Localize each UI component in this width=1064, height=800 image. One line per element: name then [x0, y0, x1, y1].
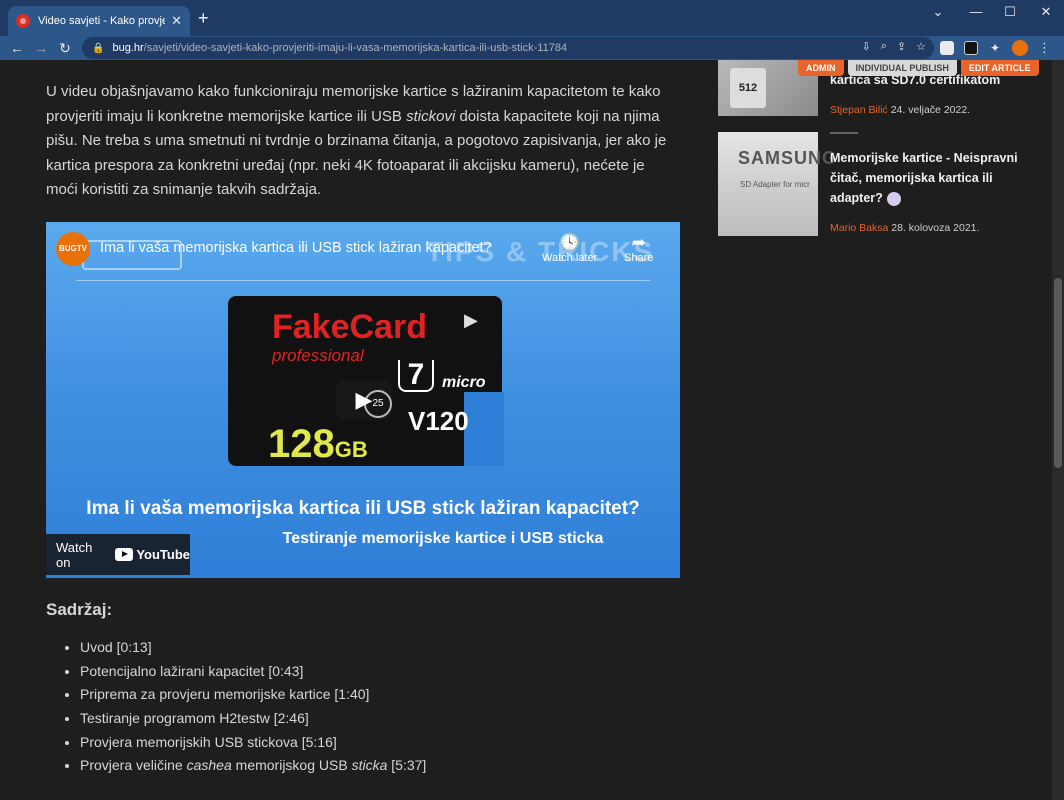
card-uhs-class: 7 [398, 360, 434, 392]
watch-on-youtube-button[interactable]: Watch on YouTube [46, 534, 190, 575]
edit-article-button[interactable]: EDIT ARTICLE [960, 60, 1039, 76]
bookmark-star-icon[interactable]: ☆ [916, 40, 926, 53]
toc-item[interactable]: Testiranje programom H2testw [2:46] [80, 707, 426, 731]
card-brand: FakeCard [272, 308, 427, 346]
toc-title: Sadržaj: [46, 600, 113, 619]
sidebar-divider [830, 132, 858, 134]
youtube-embed[interactable]: TIPS & TRICKS BUGTV Ima li vaša memorijs… [46, 222, 680, 578]
watch-later-button[interactable]: 🕓 Watch later [542, 233, 597, 265]
card-play-icon: ▶ [464, 310, 478, 330]
toc-item[interactable]: Uvod [0:13] [80, 636, 426, 660]
video-headline: Ima li vaša memorijska kartica ili USB s… [86, 498, 640, 519]
page-scrollbar[interactable] [1052, 60, 1064, 800]
admin-button[interactable]: ADMIN [798, 60, 844, 76]
forward-icon[interactable]: → [32, 38, 50, 58]
video-divider [76, 280, 650, 281]
share-button[interactable]: ➦ Share [624, 233, 653, 265]
url-host: bug.hr [112, 42, 144, 54]
scrollbar-thumb[interactable] [1054, 278, 1062, 468]
clock-icon: 🕓 [559, 233, 581, 252]
menu-dots-icon[interactable]: ⋮ [1038, 40, 1051, 56]
profile-avatar[interactable] [1012, 40, 1028, 56]
card-sub: professional [272, 346, 364, 365]
back-icon[interactable]: ← [8, 38, 26, 58]
address-bar[interactable]: 🔒 bug.hr /savjeti/video-savjeti-kako-pro… [82, 37, 934, 59]
close-icon[interactable]: ✕ [171, 13, 182, 29]
extension-2-icon[interactable] [964, 41, 978, 55]
card-micro: micro [442, 374, 486, 391]
article: U videu objašnjavamo kako funkcioniraju … [46, 60, 680, 773]
browser-toolbar: ← → ↻ 🔒 bug.hr /savjeti/video-savjeti-ka… [0, 36, 1064, 60]
sidebar-title-2[interactable]: Memorijske kartice - Neispravni čitač, m… [830, 148, 1020, 208]
card-speed: V120 [408, 406, 469, 436]
reload-icon[interactable]: ↻ [56, 38, 74, 58]
minimize-icon[interactable]: — [966, 4, 986, 19]
toc-list: Uvod [0:13] Potencijalno lažirani kapaci… [80, 636, 426, 778]
sidebar-thumb-2[interactable]: SAMSUNG SD Adapter for micr [718, 132, 836, 236]
card-notch [464, 392, 504, 466]
sidebar-meta-1: Stjepan Bilić 24. veljače 2022. [830, 104, 971, 116]
tab-bar: Video savjeti - Kako provjeriti imaju li… [0, 0, 1064, 36]
puzzle-icon[interactable]: ✦ [988, 41, 1002, 55]
article-intro: U videu objašnjavamo kako funkcioniraju … [46, 83, 667, 198]
browser-tab[interactable]: Video savjeti - Kako provjeriti imaju li… [8, 6, 190, 36]
share-icon[interactable]: ⇪ [897, 40, 906, 53]
individual-publish-button[interactable]: INDIVIDUAL PUBLISH [847, 60, 957, 76]
tab-title: Video savjeti - Kako provjeriti imaju li… [38, 15, 166, 27]
close-window-icon[interactable]: ✕ [1036, 4, 1056, 20]
channel-avatar[interactable]: BUGTV [56, 232, 90, 266]
premium-badge-icon [886, 191, 901, 206]
toc-item[interactable]: Priprema za provjeru memorijske kartice … [80, 683, 426, 707]
card-capacity: 128GB [268, 422, 368, 466]
sidebar-meta-2: Mario Baksa 28. kolovoza 2021. [830, 222, 980, 234]
zoom-icon[interactable]: ⌕ [881, 40, 887, 53]
video-title[interactable]: Ima li vaša memorijska kartica ili USB s… [100, 240, 492, 256]
share-arrow-icon: ➦ [631, 233, 646, 252]
page-content: U videu objašnjavamo kako funkcioniraju … [0, 60, 1052, 800]
install-icon[interactable]: ⇩ [862, 40, 871, 53]
admin-bar: ADMIN INDIVIDUAL PUBLISH EDIT ARTICLE [798, 60, 1039, 76]
bug-favicon-icon [16, 14, 30, 28]
replay-icon: 25 [364, 390, 392, 418]
youtube-play-icon [115, 548, 134, 561]
toc-item[interactable]: Potencijalno lažirani kapacitet [0:43] [80, 660, 426, 684]
new-tab-icon[interactable]: + [198, 8, 209, 28]
extension-1-icon[interactable] [940, 41, 954, 55]
toc-item[interactable]: Provjera veličine cashea memorijskog USB… [80, 754, 426, 778]
url-path: /savjeti/video-savjeti-kako-provjeriti-i… [143, 42, 568, 54]
chevron-down-icon[interactable]: ⌄ [928, 4, 948, 20]
maximize-icon[interactable]: ☐ [1000, 4, 1020, 20]
youtube-logo: YouTube [115, 547, 190, 562]
toc-item[interactable]: Provjera memorijskih USB stickova [5:16] [80, 731, 426, 755]
lock-icon[interactable]: 🔒 [92, 43, 104, 54]
